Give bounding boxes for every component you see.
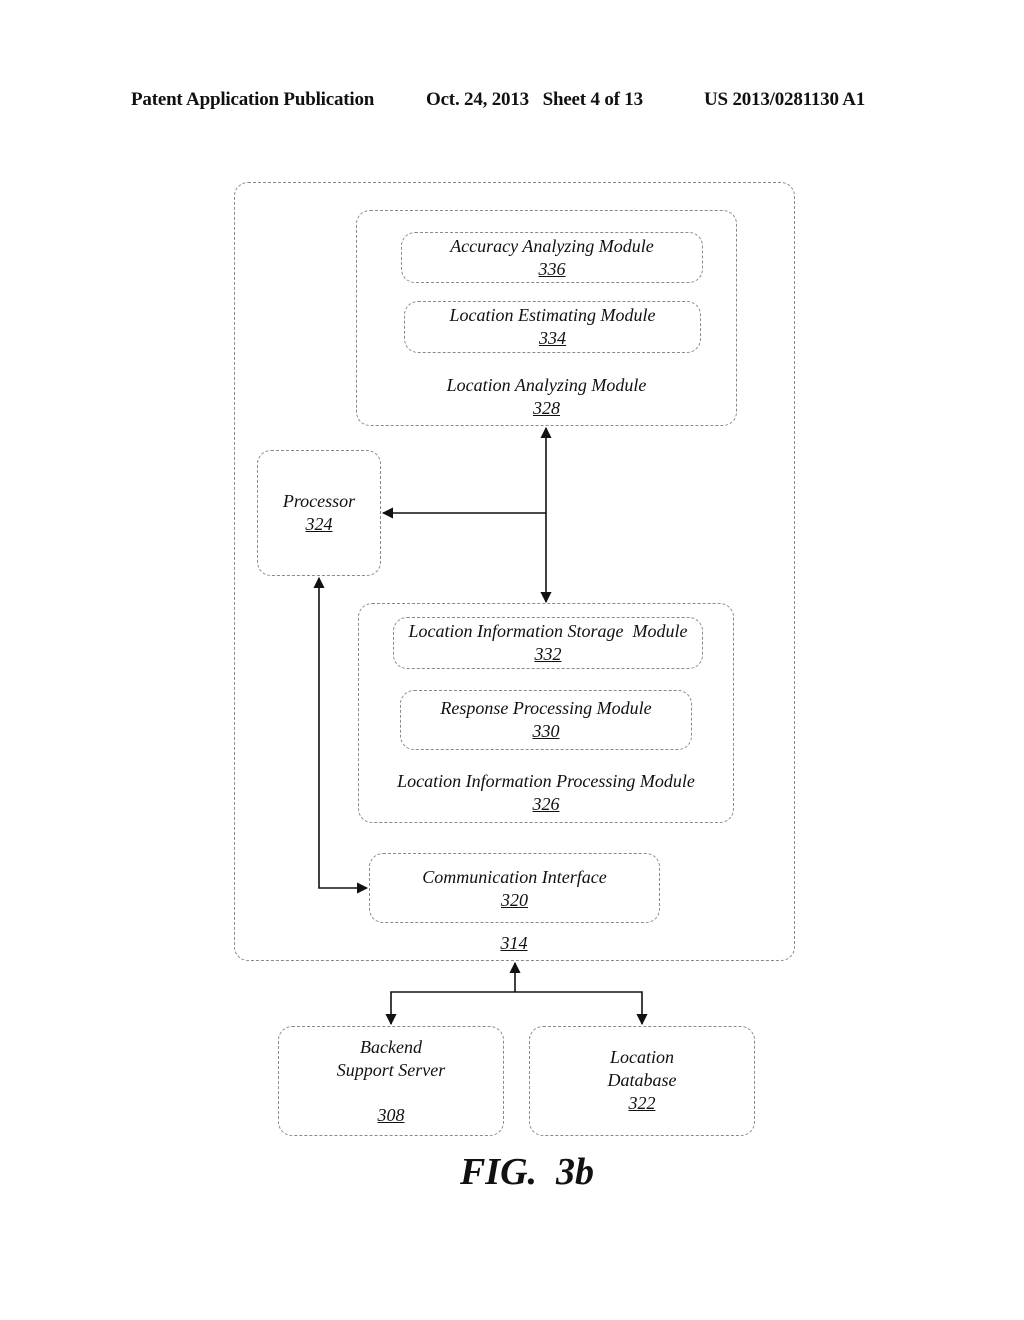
split-to-backend-arrow [385, 991, 515, 1026]
connector-lines [313, 426, 648, 1026]
split-to-database-arrow [515, 991, 648, 1026]
figure-caption: FIG. 3b [459, 1151, 595, 1193]
processor-comm-interface-arrow [313, 576, 369, 894]
